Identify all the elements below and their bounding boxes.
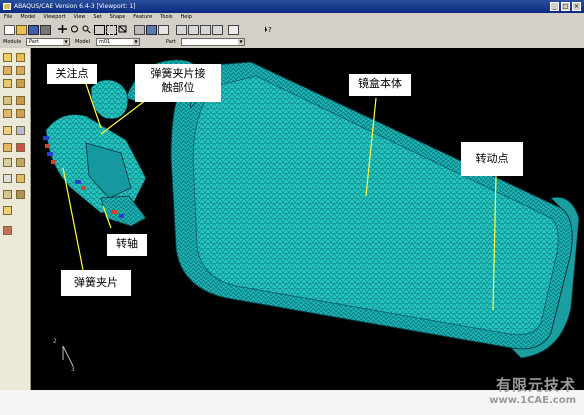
- callout-spring-clip: 弹簧夹片: [61, 270, 131, 296]
- menu-help[interactable]: Help: [177, 13, 196, 22]
- menu-bar: File Model Viewport View Set Shape Featu…: [0, 13, 584, 22]
- auto-fit-icon[interactable]: [106, 25, 117, 35]
- save-icon[interactable]: [28, 25, 39, 35]
- viewport[interactable]: 关注点 弹簧夹片接 触部位 镜盒本体 转动点 转轴 弹簧夹片 2 3: [31, 48, 584, 390]
- module-toolbox: [0, 48, 31, 390]
- box-zoom-icon[interactable]: [94, 25, 105, 35]
- model-value: m01: [99, 39, 111, 45]
- mesh-model: [43, 59, 580, 367]
- virtual-topology-icon[interactable]: [3, 158, 12, 167]
- round-icon[interactable]: [16, 109, 25, 118]
- print-icon[interactable]: [40, 25, 51, 35]
- callout-rotation-point: 转动点: [461, 142, 523, 176]
- model-label: Model: [75, 39, 91, 45]
- callout-spring-clip-contact: 弹簧夹片接 触部位: [135, 64, 221, 102]
- datum-icon[interactable]: [16, 126, 25, 135]
- chevron-down-icon: ▼: [63, 39, 69, 45]
- cycle-views-icon[interactable]: [118, 25, 127, 33]
- part-label: Part: [166, 39, 176, 45]
- top-view-icon[interactable]: [200, 25, 211, 35]
- front-view-icon[interactable]: [188, 25, 199, 35]
- sketch-icon[interactable]: [3, 143, 12, 152]
- watermark: 有限元技术 www.1CAE.com: [489, 374, 576, 406]
- measure-icon[interactable]: [3, 174, 12, 183]
- render-style-icon[interactable]: [134, 25, 145, 35]
- menu-view[interactable]: View: [70, 13, 90, 22]
- module-select[interactable]: Part ▼: [26, 38, 70, 46]
- part-manager-icon[interactable]: [16, 53, 25, 62]
- toolbar: ?: [0, 22, 584, 36]
- app-icon: [3, 3, 11, 10]
- chevron-down-icon: ▼: [133, 39, 139, 45]
- query-tool-icon[interactable]: [16, 174, 25, 183]
- solid-extrude-icon[interactable]: [3, 66, 12, 75]
- create-part-icon[interactable]: [3, 53, 12, 62]
- context-help-icon[interactable]: ?: [264, 25, 273, 33]
- cut-extrude-icon[interactable]: [3, 96, 12, 105]
- surface-icon[interactable]: [16, 190, 25, 199]
- triad-z-label: 3: [71, 366, 75, 373]
- cut-revolve-icon[interactable]: [16, 96, 25, 105]
- new-file-icon[interactable]: [4, 25, 15, 35]
- watermark-title: 有限元技术: [495, 376, 576, 394]
- partition-icon[interactable]: [3, 126, 12, 135]
- module-label: Module: [3, 39, 22, 45]
- triad-y-label: 2: [53, 338, 57, 345]
- pan-icon[interactable]: [58, 25, 67, 33]
- iso-view-icon[interactable]: [176, 25, 187, 35]
- menu-model[interactable]: Model: [16, 13, 39, 22]
- minimize-button[interactable]: _: [550, 2, 559, 11]
- shaded-icon[interactable]: [146, 25, 157, 35]
- wire-icon[interactable]: [16, 79, 25, 88]
- shell-icon[interactable]: [3, 79, 12, 88]
- part-select[interactable]: ▼: [181, 38, 245, 46]
- callout-shaft: 转轴: [107, 234, 147, 256]
- hole-icon[interactable]: [3, 109, 12, 118]
- delete-feature-icon[interactable]: [16, 143, 25, 152]
- set-icon[interactable]: [3, 190, 12, 199]
- model-select[interactable]: m01 ▼: [96, 38, 140, 46]
- menu-viewport[interactable]: Viewport: [39, 13, 69, 22]
- open-folder-icon[interactable]: [16, 25, 27, 35]
- title-bar: ABAQUS/CAE Version 6.4-3 [Viewport: 1] _…: [0, 0, 584, 13]
- watermark-url: www.1CAE.com: [489, 395, 576, 406]
- callout-mirror-box-body: 镜盒本体: [349, 74, 411, 96]
- solid-revolve-icon[interactable]: [16, 66, 25, 75]
- wireframe-icon[interactable]: [158, 25, 169, 35]
- menu-shape[interactable]: Shape: [106, 13, 130, 22]
- callout-focus-point: 关注点: [47, 64, 97, 84]
- close-button[interactable]: ×: [572, 2, 581, 11]
- axis-triad: [62, 345, 74, 367]
- query-icon[interactable]: [228, 25, 239, 35]
- maximize-button[interactable]: □: [561, 2, 570, 11]
- menu-tools[interactable]: Tools: [156, 13, 176, 22]
- shaft-part: [100, 195, 147, 227]
- side-view-icon[interactable]: [212, 25, 223, 35]
- chevron-down-icon: ▼: [238, 39, 244, 45]
- window-title: ABAQUS/CAE Version 6.4-3 [Viewport: 1]: [14, 3, 136, 10]
- module-value: Part: [29, 39, 39, 45]
- reference-point-icon[interactable]: [3, 206, 12, 215]
- menu-feature[interactable]: Feature: [129, 13, 156, 22]
- magnify-icon[interactable]: [82, 25, 91, 33]
- repair-icon[interactable]: [16, 158, 25, 167]
- menu-file[interactable]: File: [0, 13, 16, 22]
- skin-icon[interactable]: [3, 226, 12, 235]
- rotate-icon[interactable]: [70, 25, 79, 33]
- menu-set[interactable]: Set: [89, 13, 105, 22]
- svg-text:?: ?: [268, 26, 272, 33]
